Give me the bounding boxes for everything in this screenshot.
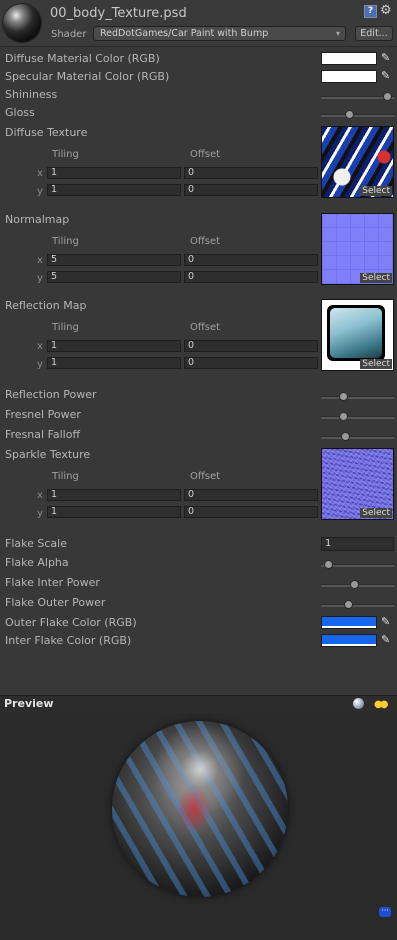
- normal-tiling-y-field[interactable]: 5: [47, 271, 181, 283]
- reflection-tiling-x-field[interactable]: 1: [47, 340, 181, 352]
- x-axis-label: x: [37, 168, 43, 179]
- flake-inter-power-label: Flake Inter Power: [5, 576, 100, 589]
- lights-icon[interactable]: ●●: [374, 699, 389, 710]
- fresnel-power-slider-thumb[interactable]: [339, 412, 349, 421]
- y-axis-label: y: [37, 186, 43, 197]
- flake-outer-power-label: Flake Outer Power: [5, 596, 106, 609]
- diffuse-offset-y-field[interactable]: 0: [184, 184, 318, 196]
- preview-sphere[interactable]: [112, 721, 288, 897]
- preview-title: Preview: [4, 697, 54, 710]
- normal-offset-y-field[interactable]: 0: [184, 271, 318, 283]
- fresnel-power-slider[interactable]: [321, 416, 395, 419]
- normalmap-label: Normalmap: [5, 213, 70, 226]
- shader-label: Shader: [51, 29, 87, 40]
- preview-settings-icon[interactable]: ···: [379, 907, 391, 917]
- x-axis-label: x: [37, 490, 43, 501]
- sparkle-texture-slot[interactable]: Select: [321, 448, 394, 520]
- normalmap-texture-slot[interactable]: Select: [321, 213, 394, 285]
- normal-offset-x-field[interactable]: 0: [184, 254, 318, 266]
- eyedropper-icon[interactable]: ✎: [381, 616, 393, 628]
- normal-tiling-x-field[interactable]: 5: [47, 254, 181, 266]
- diffuse-color-label: Diffuse Material Color (RGB): [5, 52, 160, 65]
- sparkle-offset-x-field[interactable]: 0: [184, 489, 318, 501]
- fresnel-falloff-label: Fresnal Falloff: [5, 428, 81, 441]
- offset-header: Offset: [190, 471, 221, 482]
- x-axis-label: x: [37, 255, 43, 266]
- outer-flake-color-swatch[interactable]: [321, 616, 377, 629]
- shininess-label: Shininess: [5, 88, 58, 101]
- fresnel-power-label: Fresnel Power: [5, 408, 81, 421]
- diffuse-tiling-y-field[interactable]: 1: [47, 184, 181, 196]
- outer-flake-color-label: Outer Flake Color (RGB): [5, 616, 137, 629]
- reflection-power-label: Reflection Power: [5, 388, 97, 401]
- flake-outer-power-slider[interactable]: [321, 604, 395, 607]
- offset-header: Offset: [190, 236, 221, 247]
- flake-scale-field[interactable]: 1: [321, 537, 394, 551]
- y-axis-label: y: [37, 359, 43, 370]
- sparkle-offset-y-field[interactable]: 0: [184, 506, 318, 518]
- tiling-header: Tiling: [52, 236, 79, 247]
- y-axis-label: y: [37, 273, 43, 284]
- specular-color-label: Specular Material Color (RGB): [5, 70, 170, 83]
- gloss-slider-thumb[interactable]: [345, 110, 355, 119]
- select-texture-button[interactable]: Select: [360, 508, 392, 518]
- specular-color-swatch[interactable]: [321, 70, 377, 83]
- shader-dropdown[interactable]: RedDotGames/Car Paint with Bump ▾: [93, 26, 346, 41]
- select-texture-button[interactable]: Select: [360, 359, 392, 369]
- inter-flake-color-swatch[interactable]: [321, 634, 377, 647]
- eyedropper-icon[interactable]: ✎: [381, 70, 393, 82]
- reflection-offset-y-field[interactable]: 0: [184, 357, 318, 369]
- reflection-power-slider-thumb[interactable]: [339, 392, 349, 401]
- flake-alpha-slider-thumb[interactable]: [324, 560, 334, 569]
- shininess-slider-thumb[interactable]: [382, 92, 392, 101]
- help-icon[interactable]: ?: [364, 5, 377, 18]
- eyedropper-icon[interactable]: ✎: [381, 52, 393, 64]
- gloss-slider[interactable]: [321, 114, 395, 117]
- diffuse-texture-label: Diffuse Texture: [5, 126, 88, 139]
- reflection-tiling-y-field[interactable]: 1: [47, 357, 181, 369]
- diffuse-color-swatch[interactable]: [321, 52, 377, 65]
- reflection-map-label: Reflection Map: [5, 299, 87, 312]
- preview-toolbar: [0, 695, 397, 714]
- eyedropper-icon[interactable]: ✎: [381, 634, 393, 646]
- diffuse-texture-slot[interactable]: Select: [321, 126, 394, 198]
- offset-header: Offset: [190, 149, 221, 160]
- reflection-map-texture-slot[interactable]: Select: [321, 299, 394, 371]
- tiling-header: Tiling: [52, 149, 79, 160]
- sparkle-tiling-x-field[interactable]: 1: [47, 489, 181, 501]
- shader-dropdown-value: RedDotGames/Car Paint with Bump: [100, 28, 269, 39]
- flake-inter-power-slider-thumb[interactable]: [350, 580, 360, 589]
- diffuse-tiling-x-field[interactable]: 1: [47, 167, 181, 179]
- flake-outer-power-slider-thumb[interactable]: [344, 600, 354, 609]
- material-name: 00_body_Texture.psd: [50, 6, 187, 21]
- sparkle-texture-label: Sparkle Texture: [5, 448, 91, 461]
- tiling-header: Tiling: [52, 322, 79, 333]
- reflection-power-slider[interactable]: [321, 396, 395, 399]
- offset-header: Offset: [190, 322, 221, 333]
- fresnel-falloff-slider[interactable]: [321, 436, 395, 439]
- y-axis-label: y: [37, 508, 43, 519]
- select-texture-button[interactable]: Select: [360, 186, 392, 196]
- reflection-offset-x-field[interactable]: 0: [184, 340, 318, 352]
- inter-flake-color-label: Inter Flake Color (RGB): [5, 634, 132, 647]
- diffuse-offset-x-field[interactable]: 0: [184, 167, 318, 179]
- chevron-down-icon: ▾: [335, 29, 340, 38]
- flake-alpha-label: Flake Alpha: [5, 556, 69, 569]
- sparkle-tiling-y-field[interactable]: 1: [47, 506, 181, 518]
- edit-shader-button[interactable]: Edit...: [355, 26, 393, 41]
- fresnel-falloff-slider-thumb[interactable]: [340, 432, 350, 441]
- gear-icon[interactable]: ⚙: [380, 3, 392, 18]
- select-texture-button[interactable]: Select: [360, 273, 392, 283]
- gloss-label: Gloss: [5, 106, 35, 119]
- sphere-icon[interactable]: [353, 698, 364, 709]
- x-axis-label: x: [37, 341, 43, 352]
- tiling-header: Tiling: [52, 471, 79, 482]
- flake-scale-label: Flake Scale: [5, 537, 67, 550]
- material-thumbnail: [3, 4, 41, 42]
